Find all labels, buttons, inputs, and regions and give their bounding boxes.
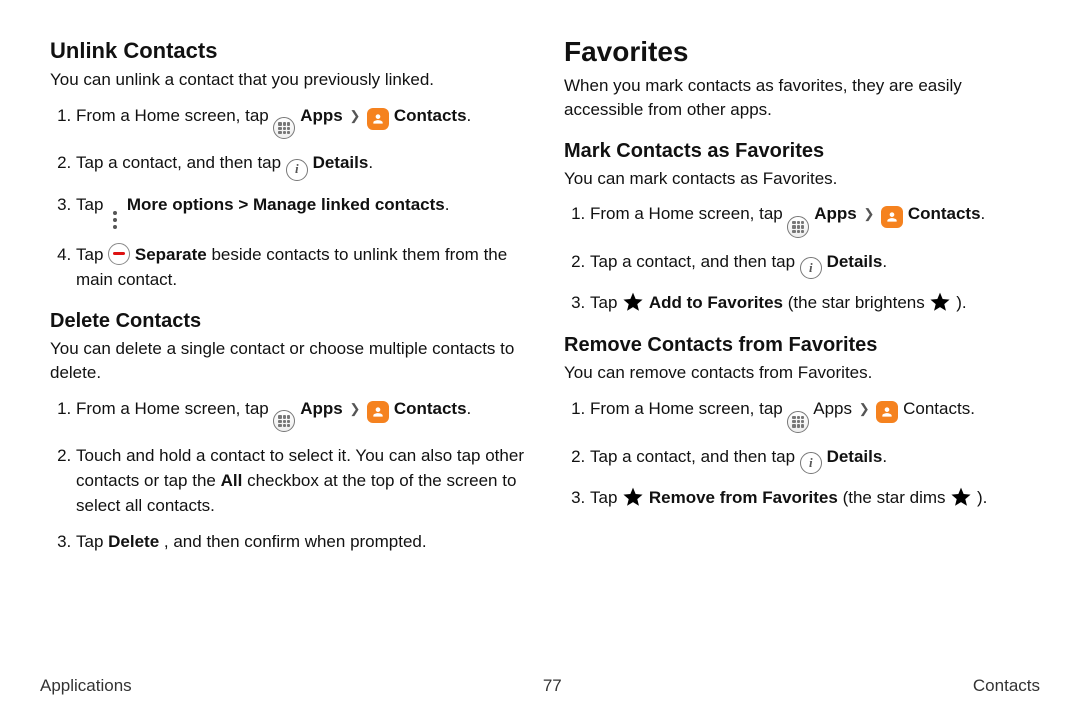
info-icon: i xyxy=(800,452,822,474)
intro-delete: You can delete a single contact or choos… xyxy=(50,337,530,385)
separate-icon xyxy=(108,243,130,265)
more-options-icon xyxy=(108,209,122,231)
heading-mark-favorites: Mark Contacts as Favorites xyxy=(564,140,1030,163)
star-bright-icon xyxy=(622,486,644,508)
info-icon: i xyxy=(286,159,308,181)
heading-delete-contacts: Delete Contacts xyxy=(50,310,530,333)
info-icon: i xyxy=(800,257,822,279)
list-item: Tap a contact, and then tap i Details. xyxy=(590,250,1030,279)
steps-delete: From a Home screen, tap Apps ❯ Contacts.… xyxy=(50,397,530,555)
apps-icon xyxy=(273,117,295,139)
list-item: From a Home screen, tap Apps ❯ Contacts. xyxy=(590,397,1030,433)
list-item: From a Home screen, tap Apps ❯ Contacts. xyxy=(76,397,530,433)
chevron-right-icon: ❯ xyxy=(857,401,872,416)
list-item: Tap More options > Manage linked contact… xyxy=(76,193,530,231)
intro-mark: You can mark contacts as Favorites. xyxy=(564,167,1030,191)
intro-remove: You can remove contacts from Favorites. xyxy=(564,361,1030,385)
footer-page-number: 77 xyxy=(543,676,562,696)
list-item: Touch and hold a contact to select it. Y… xyxy=(76,444,530,518)
chevron-right-icon: ❯ xyxy=(861,206,876,221)
steps-unlink: From a Home screen, tap Apps ❯ Contacts.… xyxy=(50,104,530,292)
chevron-right-icon: ❯ xyxy=(347,108,362,123)
list-item: Tap Separate beside contacts to unlink t… xyxy=(76,243,530,292)
contacts-icon xyxy=(367,401,389,423)
star-dim-icon xyxy=(622,291,644,313)
intro-unlink: You can unlink a contact that you previo… xyxy=(50,68,530,92)
intro-favorites: When you mark contacts as favorites, the… xyxy=(564,74,1030,122)
contacts-icon xyxy=(876,401,898,423)
heading-favorites: Favorites xyxy=(564,36,1030,68)
manual-page: Unlink Contacts You can unlink a contact… xyxy=(0,0,1080,720)
footer-right: Contacts xyxy=(973,676,1040,696)
heading-remove-favorites: Remove Contacts from Favorites xyxy=(564,334,1030,357)
steps-mark: From a Home screen, tap Apps ❯ Contacts.… xyxy=(564,202,1030,316)
footer-left: Applications xyxy=(40,676,132,696)
list-item: Tap Remove from Favorites (the star dims… xyxy=(590,486,1030,511)
left-column: Unlink Contacts You can unlink a contact… xyxy=(40,36,540,720)
contacts-icon xyxy=(367,108,389,130)
contacts-icon xyxy=(881,206,903,228)
star-bright-icon xyxy=(929,291,951,313)
heading-unlink-contacts: Unlink Contacts xyxy=(50,38,530,64)
list-item: From a Home screen, tap Apps ❯ Contacts. xyxy=(590,202,1030,238)
star-dim-icon xyxy=(950,486,972,508)
apps-icon xyxy=(787,411,809,433)
list-item: Tap Add to Favorites (the star brightens… xyxy=(590,291,1030,316)
chevron-right-icon: ❯ xyxy=(347,401,362,416)
list-item: Tap Delete , and then confirm when promp… xyxy=(76,530,530,555)
apps-icon xyxy=(273,410,295,432)
steps-remove: From a Home screen, tap Apps ❯ Contacts.… xyxy=(564,397,1030,511)
list-item: From a Home screen, tap Apps ❯ Contacts. xyxy=(76,104,530,140)
list-item: Tap a contact, and then tap i Details. xyxy=(76,151,530,180)
right-column: Favorites When you mark contacts as favo… xyxy=(540,36,1040,720)
list-item: Tap a contact, and then tap i Details. xyxy=(590,445,1030,474)
page-footer: Applications 77 Contacts xyxy=(40,676,1040,696)
apps-icon xyxy=(787,216,809,238)
